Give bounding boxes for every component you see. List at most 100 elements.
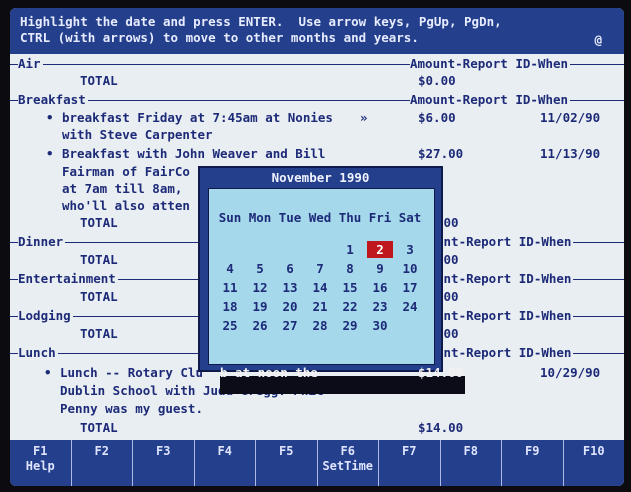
total-label: TOTAL — [80, 73, 118, 88]
total-label: TOTAL — [80, 420, 118, 435]
calendar-day[interactable]: 12 — [247, 279, 273, 296]
list-item[interactable]: • Breakfast with John Weaver and Bill $2… — [10, 146, 624, 164]
bullet: • — [44, 365, 52, 380]
function-key-number: F10 — [582, 444, 605, 458]
section-air[interactable]: Air Amount-Report ID-When — [10, 56, 624, 74]
calendar-day[interactable]: 19 — [247, 298, 273, 315]
total-amount: $14.00 — [418, 420, 464, 435]
calendar-grid[interactable]: Sun Mon Tue Wed Thu Fri Sat 1 2 3 4 5 6 7 8 9 10 11 12 13 14… — [208, 188, 435, 365]
item-text: Lunch -- Rotary Clu — [60, 365, 203, 380]
calendar-popup[interactable]: November 1990 Sun Mon Tue Wed Thu Fri Sat 1 2 3 4 5… — [198, 166, 443, 372]
calendar-day[interactable]: 16 — [367, 279, 393, 296]
calendar-day[interactable]: 24 — [397, 298, 423, 315]
function-key-number: F2 — [94, 444, 109, 458]
total-label: TOTAL — [80, 326, 118, 341]
total-label: TOTAL — [80, 215, 118, 230]
calendar-day[interactable]: 4 — [217, 260, 243, 277]
instruction-line-2: CTRL (with arrows) to move to other mont… — [20, 30, 419, 45]
calendar-day[interactable]: 30 — [367, 317, 393, 334]
calendar-day[interactable]: 18 — [217, 298, 243, 315]
item-when: 11/02/90 — [540, 110, 601, 125]
calendar-day[interactable]: 26 — [247, 317, 273, 334]
calendar-day[interactable]: 27 — [277, 317, 303, 334]
calendar-day[interactable]: 3 — [397, 241, 423, 258]
column-headers: unt-Report ID-When — [436, 234, 574, 249]
item-continuation: with Steve Carpenter — [10, 127, 624, 145]
function-key-number: F7 — [402, 444, 417, 458]
item-text: at 7am till 8am, — [62, 181, 183, 196]
function-key-number: F1 — [33, 444, 48, 458]
list-item[interactable]: • breakfast Friday at 7:45am at Nonies »… — [10, 110, 624, 128]
item-text: who'll also atten — [62, 198, 190, 213]
function-key-f5[interactable]: F5 — [256, 440, 318, 486]
function-key-label: SetTime — [322, 459, 374, 473]
calendar-day[interactable]: 21 — [307, 298, 333, 315]
function-key-f6[interactable]: F6 SetTime — [318, 440, 379, 486]
function-key-number: F6 — [340, 444, 355, 458]
calendar-day-selected[interactable]: 2 — [367, 241, 393, 258]
function-key-number: F5 — [279, 444, 294, 458]
calendar-day[interactable]: 6 — [277, 260, 303, 277]
item-when: 11/13/90 — [540, 146, 601, 161]
calendar-day[interactable]: 14 — [307, 279, 333, 296]
calendar-day[interactable]: 22 — [337, 298, 363, 315]
calendar-day[interactable]: 10 — [397, 260, 423, 277]
function-key-f4[interactable]: F4 — [195, 440, 256, 486]
app-screen: Highlight the date and press ENTER. Use … — [10, 8, 624, 486]
calendar-day[interactable]: 1 — [337, 241, 363, 258]
item-amount: $14.00 — [418, 365, 464, 380]
section-name: Dinner — [18, 234, 66, 249]
function-key-number: F8 — [463, 444, 478, 458]
item-continuation: Penny was my guest. — [10, 401, 624, 419]
weekday-header: Sun — [218, 210, 242, 225]
section-name: Entertainment — [18, 271, 118, 286]
calendar-day[interactable]: 17 — [397, 279, 423, 296]
calendar-day[interactable]: 28 — [307, 317, 333, 334]
item-text: Fairman of FairCo — [62, 164, 190, 179]
item-when: 10/29/90 — [540, 365, 601, 380]
calendar-day[interactable]: 13 — [277, 279, 303, 296]
calendar-day[interactable]: 15 — [337, 279, 363, 296]
function-key-label: Help — [25, 459, 55, 473]
section-breakfast[interactable]: Breakfast Amount-Report ID-When — [10, 92, 624, 110]
function-key-number: F3 — [156, 444, 171, 458]
calendar-day[interactable]: 8 — [337, 260, 363, 277]
section-total[interactable]: TOTAL $14.00 — [10, 420, 624, 438]
weekday-header: Wed — [308, 210, 332, 225]
calendar-day[interactable]: 9 — [367, 260, 393, 277]
column-headers: unt-Report ID-When — [436, 345, 574, 360]
function-key-f1[interactable]: F1 Help — [10, 440, 72, 486]
total-label: TOTAL — [80, 289, 118, 304]
calendar-day[interactable]: 23 — [367, 298, 393, 315]
function-key-f7[interactable]: F7 — [379, 440, 441, 486]
function-key-f8[interactable]: F8 — [441, 440, 502, 486]
item-text: breakfast Friday at 7:45am at Nonies — [62, 110, 333, 125]
calendar-day[interactable]: 5 — [247, 260, 273, 277]
calendar-day[interactable]: 11 — [217, 279, 243, 296]
function-key-f9[interactable]: F9 — [502, 440, 564, 486]
calendar-month-title: November 1990 — [271, 170, 370, 185]
note-marker: » — [360, 110, 368, 125]
bullet: • — [46, 146, 54, 161]
calendar-day[interactable]: 20 — [277, 298, 303, 315]
calendar-day[interactable]: 29 — [337, 317, 363, 334]
total-amount: $0.00 — [418, 73, 456, 88]
item-text: with Steve Carpenter — [62, 127, 213, 142]
item-amount: $6.00 — [418, 110, 456, 125]
section-total[interactable]: TOTAL $0.00 — [10, 73, 624, 91]
instruction-line-1: Highlight the date and press ENTER. Use … — [20, 14, 502, 29]
calendar-day[interactable]: 7 — [307, 260, 333, 277]
section-name: Breakfast — [18, 92, 88, 107]
weekday-header: Thu — [338, 210, 362, 225]
section-name: Air — [18, 56, 43, 71]
weekday-header: Sat — [398, 210, 422, 225]
function-key-f3[interactable]: F3 — [133, 440, 195, 486]
instruction-header: Highlight the date and press ENTER. Use … — [10, 8, 624, 54]
calendar-day[interactable]: 25 — [217, 317, 243, 334]
function-key-f2[interactable]: F2 — [72, 440, 133, 486]
function-key-f10[interactable]: F10 — [564, 440, 625, 486]
column-headers: Amount-Report ID-When — [410, 92, 571, 107]
item-amount: $27.00 — [418, 146, 464, 161]
function-key-number: F4 — [217, 444, 232, 458]
column-headers: unt-Report ID-When — [436, 271, 574, 286]
